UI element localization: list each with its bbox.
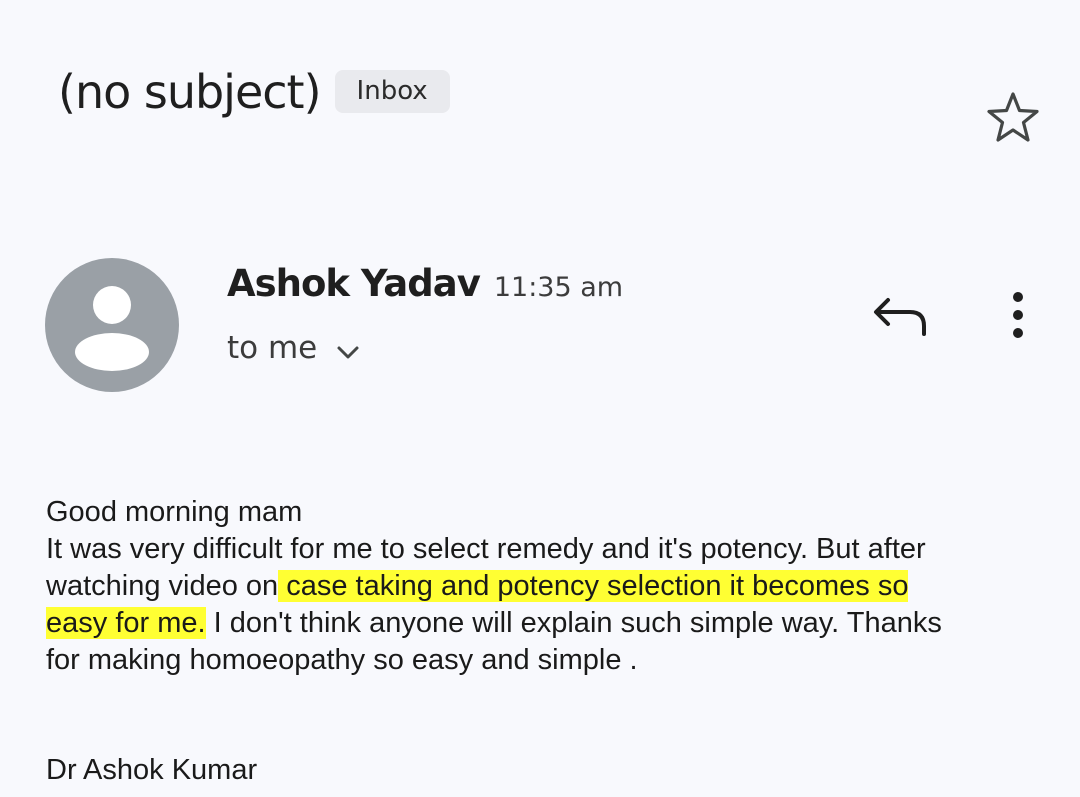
body-line-4: for making homoeopathy so easy and simpl… bbox=[46, 644, 638, 676]
signature: Dr Ashok Kumar bbox=[46, 754, 258, 786]
body-line-1: It was very difficult for me to select r… bbox=[46, 533, 926, 565]
body-greeting: Good morning mam bbox=[46, 496, 303, 528]
person-icon bbox=[75, 286, 149, 371]
inbox-label-chip[interactable]: Inbox bbox=[334, 69, 450, 113]
recipient-text: to me bbox=[227, 330, 318, 366]
subject-row: (no subject) Inbox bbox=[58, 62, 450, 122]
reply-icon[interactable] bbox=[868, 288, 932, 344]
email-subject: (no subject) bbox=[58, 65, 322, 119]
star-icon[interactable] bbox=[983, 88, 1043, 148]
message-body: Good morning mam It was very difficult f… bbox=[46, 494, 1046, 679]
body-line-3: easy for me. I don't think anyone will e… bbox=[46, 605, 1046, 642]
body-line-2: watching video on case taking and potenc… bbox=[46, 568, 1046, 605]
chevron-down-icon bbox=[337, 346, 359, 359]
sender-row: Ashok Yadav 11:35 am bbox=[227, 262, 623, 305]
sender-name[interactable]: Ashok Yadav bbox=[227, 262, 481, 305]
more-vert-icon[interactable] bbox=[998, 288, 1038, 344]
sent-time: 11:35 am bbox=[493, 272, 624, 303]
body-line-2-text: watching video on bbox=[46, 570, 279, 602]
sender-avatar[interactable] bbox=[45, 258, 179, 392]
highlighted-text: case taking and potency selection it bec… bbox=[278, 570, 909, 602]
recipient-details-toggle[interactable]: to me bbox=[227, 330, 361, 366]
highlighted-text: easy for me. bbox=[46, 607, 206, 639]
body-line-3-text: I don't think anyone will explain such s… bbox=[205, 607, 942, 639]
